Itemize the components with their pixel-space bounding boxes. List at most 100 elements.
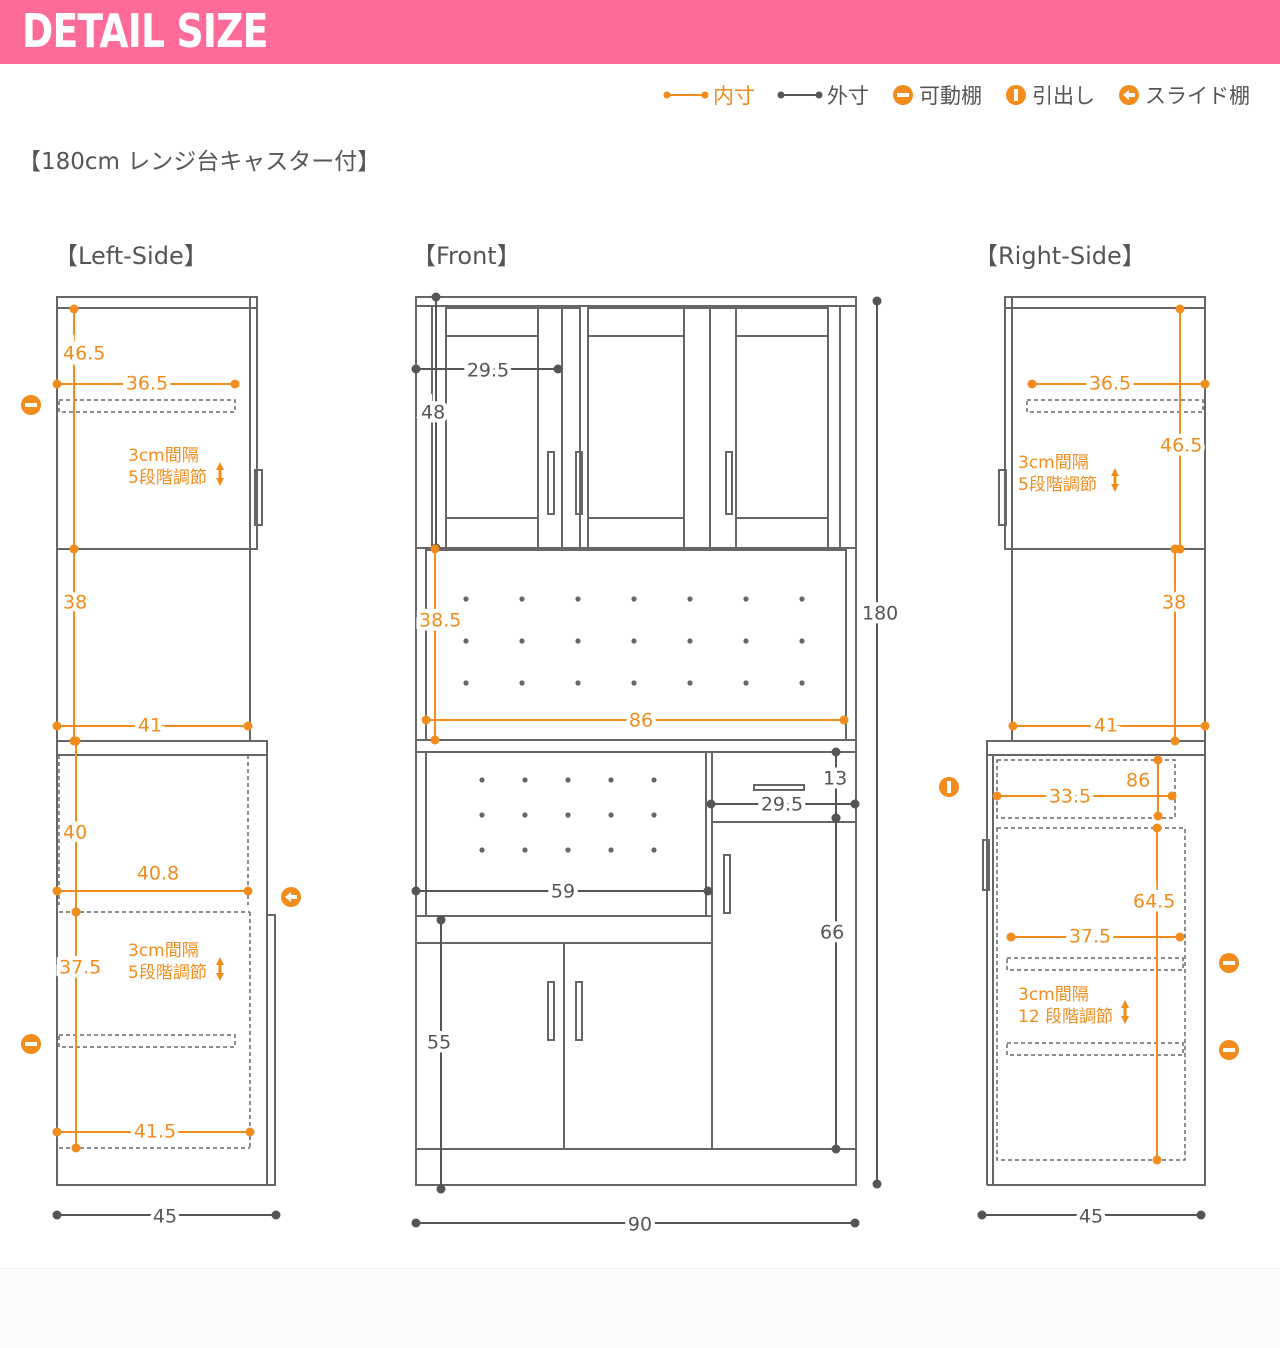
left-outer-depth-label: 45 xyxy=(153,1206,177,1228)
vent-dot xyxy=(631,596,637,602)
vent-dot xyxy=(575,680,581,686)
vent-dot xyxy=(799,596,805,602)
front-h-door-right-label: 66 xyxy=(820,922,844,944)
vent-dot xyxy=(743,638,749,644)
vent-dot xyxy=(575,638,581,644)
vent-dot xyxy=(799,638,805,644)
left-h-bottom-dim xyxy=(71,907,81,1153)
right-h-drawer-label: 86 xyxy=(1126,770,1150,792)
left-note-bottom2: 5段階調節 xyxy=(128,963,207,983)
right-d-drawer-label: 33.5 xyxy=(1049,786,1091,808)
right-h-cabinet-dim xyxy=(1152,823,1162,1165)
right-drawer-icon xyxy=(939,777,959,797)
vent-dot xyxy=(519,638,525,644)
vent-dot xyxy=(608,812,614,818)
vent-dot xyxy=(608,847,614,853)
right-h-top-dim xyxy=(1175,304,1185,554)
front-h-upper-label: 48 xyxy=(421,402,445,424)
left-note-top2: 5段階調節 xyxy=(128,468,207,488)
right-note-bottom: 3cm間隔 xyxy=(1018,985,1089,1005)
right-upper-cabinet xyxy=(1004,296,1206,550)
left-note-bottom: 3cm間隔 xyxy=(128,941,199,961)
dimension-diagram: 46.536.53cm間隔5段階調節38414040.837.53cm間隔5段階… xyxy=(21,292,1239,1240)
front-h-range-label: 38.5 xyxy=(419,610,461,632)
right-d-mid-label: 41 xyxy=(1094,715,1118,737)
vent-dot xyxy=(522,777,528,783)
left-bottom-shelf-icon xyxy=(21,1034,41,1054)
left-side-view xyxy=(56,296,276,1186)
front-total-width-label: 90 xyxy=(628,1214,652,1236)
right-outer-depth-label: 45 xyxy=(1079,1206,1103,1228)
left-d-mid-label: 41 xyxy=(138,715,162,737)
footer-band xyxy=(0,1268,1280,1348)
vent-dot xyxy=(479,777,485,783)
front-w-drawer-label: 29.5 xyxy=(761,794,803,816)
right-note-bottom2: 12 段階調節 xyxy=(1018,1007,1113,1027)
left-h-mid-dim xyxy=(69,544,79,746)
vent-dot xyxy=(687,680,693,686)
vent-dot xyxy=(565,847,571,853)
right-note-top: 3cm間隔 xyxy=(1018,453,1089,473)
vent-dot xyxy=(651,777,657,783)
front-view xyxy=(415,296,857,1186)
front-total-height-label: 180 xyxy=(862,603,898,625)
front-w-range-label: 86 xyxy=(629,710,653,732)
left-upper-cabinet xyxy=(56,296,258,550)
vent-dot xyxy=(651,847,657,853)
vent-dot xyxy=(631,680,637,686)
front-h-range-dim xyxy=(430,544,440,745)
vent-dot xyxy=(575,596,581,602)
vent-dot xyxy=(463,680,469,686)
right-cabinet-shelf-icon-2 xyxy=(1219,1040,1239,1060)
right-bottom-adjust-arrow-icon xyxy=(1121,1000,1129,1024)
vent-dot xyxy=(687,596,693,602)
left-d-top-shelf-label: 36.5 xyxy=(126,373,168,395)
right-h-drawer-dim xyxy=(1153,755,1163,821)
vent-dot xyxy=(519,680,525,686)
vent-dot xyxy=(631,638,637,644)
right-d-cabinet-shelf-label: 37.5 xyxy=(1069,926,1111,948)
left-top-shelf-icon xyxy=(21,395,41,415)
vent-dot xyxy=(522,812,528,818)
left-h-top-label: 46.5 xyxy=(63,343,105,365)
left-h-mid-label: 38 xyxy=(63,592,87,614)
vent-dot xyxy=(743,680,749,686)
vent-dot xyxy=(799,680,805,686)
front-h-lower-left-dim xyxy=(436,915,446,1194)
right-h-mid-dim xyxy=(1170,544,1180,746)
front-w-glass-label: 29.5 xyxy=(467,360,509,382)
vent-dot xyxy=(463,596,469,602)
vent-dot xyxy=(479,847,485,853)
front-h-door-right-dim xyxy=(831,813,841,1154)
front-w-open-label: 59 xyxy=(551,881,575,903)
vent-dot xyxy=(522,847,528,853)
vent-dot xyxy=(479,812,485,818)
right-h-cabinet-label: 64.5 xyxy=(1133,891,1175,913)
vent-dot xyxy=(519,596,525,602)
left-h-bottom-label: 37.5 xyxy=(59,957,101,979)
dimension-labels: 46.536.53cm間隔5段階調節38414040.837.53cm間隔5段階… xyxy=(55,339,1206,1240)
vent-dot xyxy=(565,777,571,783)
right-top-adjust-arrow-icon xyxy=(1111,468,1119,492)
vent-dot xyxy=(687,638,693,644)
vent-dot xyxy=(743,596,749,602)
left-bottom-adjust-arrow-icon xyxy=(216,957,224,981)
right-d-top-shelf-label: 36.5 xyxy=(1089,373,1131,395)
front-total-height-dim xyxy=(872,296,882,1189)
right-h-mid-label: 38 xyxy=(1162,592,1186,614)
right-note-top2: 5段階調節 xyxy=(1018,475,1097,495)
left-top-adjust-arrow-icon xyxy=(216,462,224,486)
vent-dot xyxy=(565,812,571,818)
vent-dot xyxy=(651,812,657,818)
left-slide-shelf-icon xyxy=(281,887,301,907)
right-cabinet-shelf-icon-1 xyxy=(1219,953,1239,973)
left-h-lower-label: 40 xyxy=(63,822,87,844)
left-d-bottom-label: 41.5 xyxy=(134,1121,176,1143)
left-note-top: 3cm間隔 xyxy=(128,446,199,466)
front-right-door xyxy=(711,821,857,1150)
left-d-slide-label: 40.8 xyxy=(137,863,179,885)
left-d-slide-dim xyxy=(52,886,253,896)
right-h-top-label: 46.5 xyxy=(1160,435,1202,457)
front-h-drawer-label: 13 xyxy=(823,768,847,790)
vent-dot xyxy=(608,777,614,783)
